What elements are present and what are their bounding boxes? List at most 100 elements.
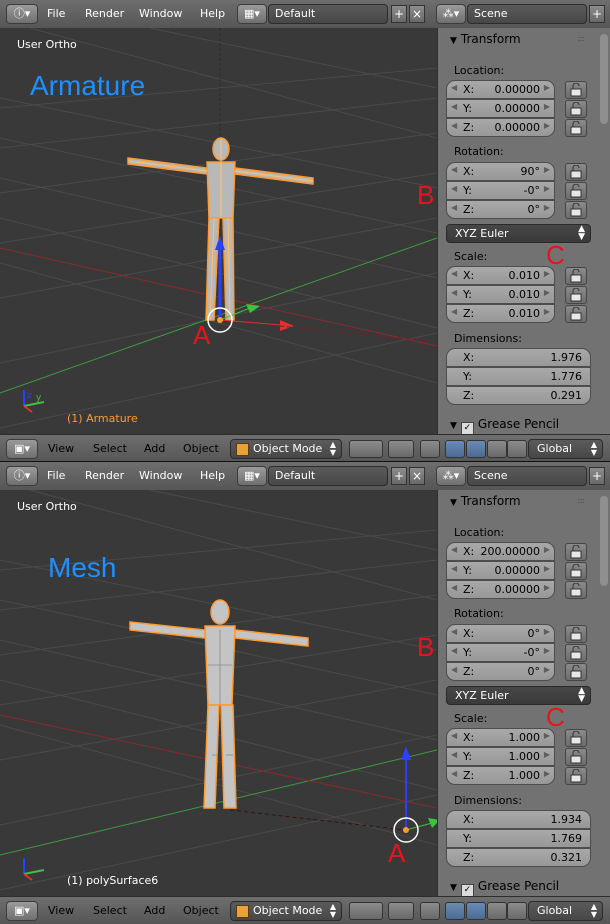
translate-manipulator-icon[interactable] — [466, 440, 486, 458]
lock-location-y-icon[interactable] — [565, 562, 587, 580]
menu-object[interactable]: Object — [183, 904, 219, 917]
lock-location-z-icon[interactable] — [565, 119, 587, 137]
editor-type-cube-icon[interactable]: ▣▾ — [6, 901, 38, 921]
lock-scale-x-icon[interactable] — [565, 267, 587, 285]
transform-orientation-dropdown[interactable]: Global ▲ ▼ — [528, 901, 603, 921]
location-z-field[interactable]: ◀ Z: 0.00000 ▶ — [446, 118, 555, 137]
transform-axes-icon[interactable] — [445, 902, 465, 920]
scene-icon[interactable]: ⁂▾ — [436, 466, 466, 486]
dimensions-x-field[interactable]: X: 1.976 — [446, 348, 591, 367]
lock-scale-y-icon[interactable] — [565, 748, 587, 766]
add-scene-button[interactable]: + — [589, 5, 605, 23]
lock-location-x-icon[interactable] — [565, 81, 587, 99]
scale-x-field[interactable]: ◀ X: 1.000 ▶ — [446, 728, 555, 747]
scrollbar[interactable] — [600, 496, 608, 586]
rotate-manipulator-icon[interactable] — [487, 440, 507, 458]
dimensions-z-field[interactable]: Z: 0.291 — [446, 386, 591, 405]
manipulator-toggle-icon[interactable] — [420, 440, 440, 458]
3d-viewport[interactable]: User Ortho Mesh A B (1) polySurface6 — [0, 490, 437, 896]
scene-field[interactable]: Scene — [467, 466, 587, 486]
pivot-point-icon[interactable] — [388, 440, 414, 458]
menu-select[interactable]: Select — [93, 442, 127, 455]
transform-orientation-dropdown[interactable]: Global ▲ ▼ — [528, 439, 603, 459]
menu-window[interactable]: Window — [139, 469, 182, 482]
menu-help[interactable]: Help — [200, 7, 225, 20]
info-editor-type-icon[interactable]: ⓘ▾ — [6, 466, 38, 486]
menu-window[interactable]: Window — [139, 7, 182, 20]
lock-scale-x-icon[interactable] — [565, 729, 587, 747]
drag-grip-icon[interactable]: :::: — [577, 496, 585, 505]
lock-location-z-icon[interactable] — [565, 581, 587, 599]
transform-axes-icon[interactable] — [445, 440, 465, 458]
lock-rotation-y-icon[interactable] — [565, 644, 587, 662]
lock-rotation-y-icon[interactable] — [565, 182, 587, 200]
rotate-manipulator-icon[interactable] — [487, 902, 507, 920]
viewport-shading-icon[interactable] — [349, 440, 383, 458]
lock-location-y-icon[interactable] — [565, 100, 587, 118]
viewport-shading-icon[interactable] — [349, 902, 383, 920]
location-x-field[interactable]: ◀ X: 0.00000 ▶ — [446, 80, 555, 99]
scale-y-field[interactable]: ◀ Y: 0.010 ▶ — [446, 285, 555, 304]
rotation-mode-dropdown[interactable]: XYZ Euler ▲ ▼ — [446, 224, 591, 243]
menu-add[interactable]: Add — [144, 904, 165, 917]
lock-rotation-z-icon[interactable] — [565, 663, 587, 681]
dimensions-x-field[interactable]: X: 1.934 — [446, 810, 591, 829]
drag-grip-icon[interactable]: :::: — [577, 34, 585, 43]
manipulator-toggle-icon[interactable] — [420, 902, 440, 920]
editor-type-cube-icon[interactable]: ▣▾ — [6, 439, 38, 459]
transform-panel-header[interactable]: ▼ Transform — [450, 494, 521, 508]
location-y-field[interactable]: ◀ Y: 0.00000 ▶ — [446, 99, 555, 118]
menu-file[interactable]: File — [47, 7, 65, 20]
menu-render[interactable]: Render — [85, 7, 124, 20]
screen-layout-field[interactable]: Default — [268, 466, 388, 486]
scrollbar[interactable] — [600, 34, 608, 124]
lock-rotation-x-icon[interactable] — [565, 625, 587, 643]
menu-help[interactable]: Help — [200, 469, 225, 482]
lock-scale-z-icon[interactable] — [565, 305, 587, 323]
add-layout-button[interactable]: + — [391, 5, 407, 23]
add-scene-button[interactable]: + — [589, 467, 605, 485]
rotation-x-field[interactable]: ◀ X: 0° ▶ — [446, 624, 555, 643]
scale-z-field[interactable]: ◀ Z: 0.010 ▶ — [446, 304, 555, 323]
mode-dropdown[interactable]: Object Mode ▲ ▼ — [230, 901, 342, 921]
screen-layout-icon[interactable]: ▦▾ — [237, 466, 267, 486]
menu-view[interactable]: View — [48, 904, 74, 917]
dimensions-y-field[interactable]: Y: 1.776 — [446, 367, 591, 386]
pivot-point-icon[interactable] — [388, 902, 414, 920]
screen-layout-icon[interactable]: ▦▾ — [237, 4, 267, 24]
3d-viewport[interactable]: z y User Ortho Armature A B (1) Armature — [0, 28, 437, 434]
menu-view[interactable]: View — [48, 442, 74, 455]
rotation-z-field[interactable]: ◀ Z: 0° ▶ — [446, 662, 555, 681]
rotation-x-field[interactable]: ◀ X: 90° ▶ — [446, 162, 555, 181]
info-editor-type-icon[interactable]: ⓘ▾ — [6, 4, 38, 24]
dimensions-y-field[interactable]: Y: 1.769 — [446, 829, 591, 848]
rotation-z-field[interactable]: ◀ Z: 0° ▶ — [446, 200, 555, 219]
menu-file[interactable]: File — [47, 469, 65, 482]
grease-pencil-panel-header[interactable]: ▼ ✓ Grease Pencil — [450, 879, 559, 897]
menu-object[interactable]: Object — [183, 442, 219, 455]
menu-render[interactable]: Render — [85, 469, 124, 482]
transform-panel-header[interactable]: ▼ Transform — [450, 32, 521, 46]
scale-z-field[interactable]: ◀ Z: 1.000 ▶ — [446, 766, 555, 785]
rotation-mode-dropdown[interactable]: XYZ Euler ▲ ▼ — [446, 686, 591, 705]
scene-field[interactable]: Scene — [467, 4, 587, 24]
dimensions-z-field[interactable]: Z: 0.321 — [446, 848, 591, 867]
lock-scale-y-icon[interactable] — [565, 286, 587, 304]
mode-dropdown[interactable]: Object Mode ▲ ▼ — [230, 439, 342, 459]
location-z-field[interactable]: ◀ Z: 0.00000 ▶ — [446, 580, 555, 599]
remove-layout-button[interactable]: × — [409, 467, 425, 485]
scale-y-field[interactable]: ◀ Y: 1.000 ▶ — [446, 747, 555, 766]
remove-layout-button[interactable]: × — [409, 5, 425, 23]
lock-rotation-x-icon[interactable] — [565, 163, 587, 181]
menu-select[interactable]: Select — [93, 904, 127, 917]
rotation-y-field[interactable]: ◀ Y: -0° ▶ — [446, 181, 555, 200]
translate-manipulator-icon[interactable] — [466, 902, 486, 920]
rotation-y-field[interactable]: ◀ Y: -0° ▶ — [446, 643, 555, 662]
menu-add[interactable]: Add — [144, 442, 165, 455]
lock-rotation-z-icon[interactable] — [565, 201, 587, 219]
screen-layout-field[interactable]: Default — [268, 4, 388, 24]
scale-x-field[interactable]: ◀ X: 0.010 ▶ — [446, 266, 555, 285]
lock-location-x-icon[interactable] — [565, 543, 587, 561]
grease-pencil-panel-header[interactable]: ▼ ✓ Grease Pencil — [450, 417, 559, 435]
location-x-field[interactable]: ◀ X: 200.00000 ▶ — [446, 542, 555, 561]
